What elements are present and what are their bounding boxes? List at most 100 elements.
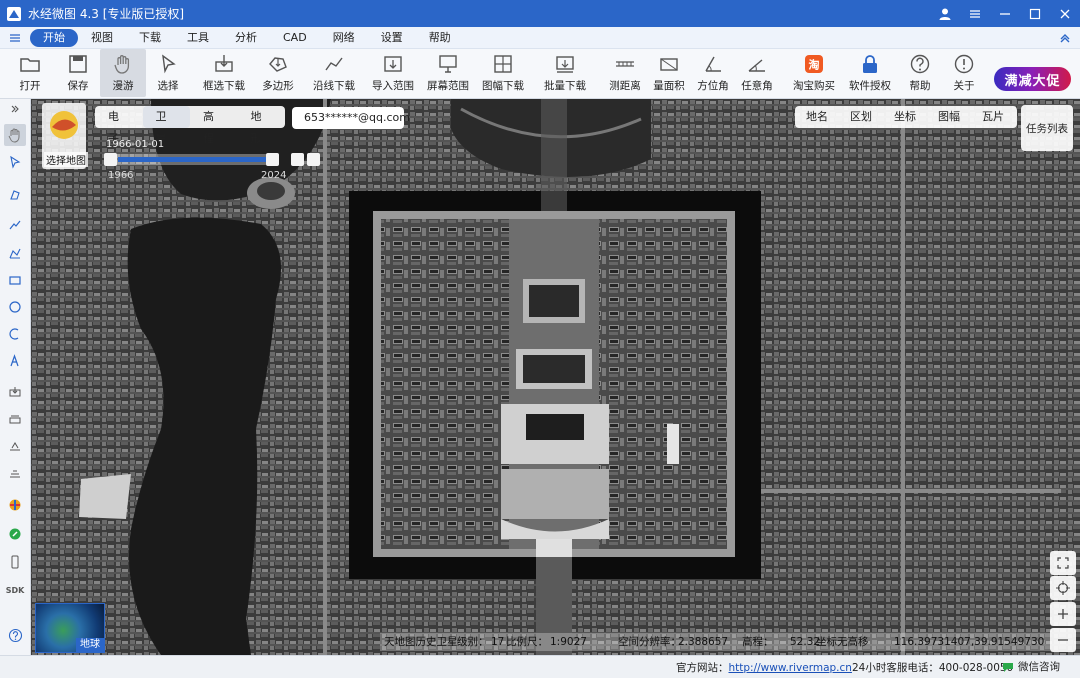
tool-hand[interactable]: 漫游 — [100, 49, 146, 97]
locate-icon[interactable] — [1050, 576, 1076, 600]
draw-line-icon[interactable] — [4, 214, 26, 236]
box-download-side-icon[interactable] — [4, 381, 26, 403]
layer-download-icon[interactable] — [4, 408, 26, 430]
layer-tab[interactable]: 电子 — [95, 106, 143, 145]
menu-item[interactable]: 网络 — [320, 29, 368, 47]
mobile-icon[interactable] — [4, 551, 26, 573]
draw-polyline-icon[interactable] — [4, 242, 26, 264]
menu-item[interactable]: 帮助 — [416, 29, 464, 47]
tool-azimuth[interactable]: 方位角 — [692, 49, 734, 97]
menu-items: 开始 视图 下载 工具 分析 CAD 网络 设置 帮助 — [30, 28, 464, 47]
layer-tab[interactable]: 地形 — [238, 106, 286, 145]
draw-rectangle-icon[interactable] — [4, 269, 26, 291]
wechat-icon — [1003, 662, 1013, 672]
layer-tab[interactable]: 高程 — [190, 106, 238, 145]
tool-import-range[interactable]: 导入范围 — [364, 49, 422, 97]
menu-item[interactable]: 下载 — [126, 29, 174, 47]
draw-point-icon[interactable] — [4, 184, 26, 206]
add-text-icon[interactable] — [4, 350, 26, 372]
tool-folder-open[interactable]: 打开 — [4, 49, 56, 97]
fullscreen-icon[interactable] — [1050, 551, 1076, 575]
maximize-icon[interactable] — [1020, 0, 1050, 27]
timeline-stop-button[interactable] — [307, 153, 320, 166]
wechat-label: 微信咨询 — [1018, 661, 1060, 673]
timeline-prev-button[interactable] — [104, 153, 117, 166]
tool-ruler[interactable]: 测距离 — [604, 49, 646, 97]
green-app-icon[interactable] — [4, 523, 26, 545]
account-email[interactable]: 653******@qq.com — [292, 107, 410, 129]
timeline-play-button[interactable] — [291, 153, 304, 166]
tool-label: 打开 — [19, 80, 41, 92]
layer-tab[interactable]: 卫星 — [142, 106, 190, 145]
overlay-toggle[interactable]: 坐标 — [883, 106, 927, 128]
tool-area[interactable]: 量面积 — [646, 49, 692, 97]
collapse-ribbon-icon[interactable] — [1050, 27, 1080, 49]
menu-item[interactable]: 视图 — [78, 29, 126, 47]
scale-label: 比例尺： — [506, 636, 548, 648]
app-logo-icon — [7, 6, 21, 21]
tool-polygon-download[interactable]: 多边形 — [252, 49, 304, 97]
tool-label: 多边形 — [262, 80, 294, 92]
task-list-button[interactable]: 任务列表 — [1021, 105, 1073, 151]
wechat-consult[interactable]: 微信咨询 — [1002, 659, 1060, 674]
menu-item[interactable]: 开始 — [30, 28, 78, 47]
user-icon[interactable] — [930, 0, 960, 27]
elevation-label: 高程： — [742, 636, 774, 648]
tool-label: 量面积 — [653, 80, 685, 92]
tool-save[interactable]: 保存 — [56, 49, 100, 97]
pan-hand-icon[interactable] — [4, 124, 26, 146]
draw-circle-icon[interactable] — [4, 296, 26, 318]
close-icon[interactable] — [1050, 0, 1080, 27]
promo-button[interactable]: 满减大促 — [994, 67, 1071, 91]
menu-bar: 开始 视图 下载 工具 分析 CAD 网络 设置 帮助 — [0, 27, 1080, 49]
tool-angle[interactable]: 任意角 — [734, 49, 780, 97]
tool-screen-range[interactable]: 屏幕范围 — [422, 49, 474, 97]
menu-item[interactable]: 设置 — [368, 29, 416, 47]
timeline-progress — [118, 157, 270, 162]
tool-box-download[interactable]: 框选下载 — [196, 49, 252, 97]
satellite-map[interactable] — [31, 99, 1080, 655]
overlay-toggle[interactable]: 瓦片 — [971, 106, 1015, 128]
select-map-label[interactable]: 选择地图 — [44, 152, 88, 167]
overlay-toggle[interactable]: 地名 — [795, 106, 839, 128]
tool-taobao[interactable]: 淘淘宝购买 — [786, 49, 842, 97]
tool-line-download[interactable]: 沿线下载 — [304, 49, 364, 97]
site-link[interactable]: http://www.rivermap.cn — [729, 662, 852, 674]
minimize-icon[interactable] — [990, 0, 1020, 27]
hamburger-icon[interactable] — [0, 27, 30, 49]
line-download-side-icon[interactable] — [4, 435, 26, 457]
line-download-icon — [325, 57, 343, 71]
menu-icon[interactable] — [960, 0, 990, 27]
help-side-icon[interactable] — [4, 624, 26, 646]
overlay-toggle[interactable]: 图幅 — [927, 106, 971, 128]
sdk-icon[interactable]: SDK — [4, 579, 26, 601]
coordinates: 116.39731407,39.91549730 — [894, 636, 1045, 648]
earth-overview[interactable]: 地球 — [35, 603, 105, 653]
plugin-icon[interactable] — [4, 494, 26, 516]
overlay-toggle[interactable]: 区划 — [839, 106, 883, 128]
tool-batch-download[interactable]: 批量下载 — [532, 49, 598, 97]
select-cursor-icon[interactable] — [4, 151, 26, 173]
azimuth-icon — [705, 56, 721, 72]
menu-item[interactable]: CAD — [270, 29, 320, 47]
draw-arc-icon[interactable] — [4, 323, 26, 345]
folder-open-icon — [20, 58, 40, 72]
timeline-next-button[interactable] — [266, 153, 279, 166]
zoom-in-icon[interactable] — [1050, 602, 1076, 626]
tool-label: 保存 — [67, 80, 89, 92]
tool-help[interactable]: 帮助 — [898, 49, 942, 97]
menu-item[interactable]: 工具 — [174, 29, 222, 47]
tool-cursor[interactable]: 选择 — [146, 49, 190, 97]
tool-label: 帮助 — [909, 80, 931, 92]
zoom-out-icon[interactable] — [1050, 628, 1076, 652]
tool-lock[interactable]: 软件授权 — [842, 49, 898, 97]
tool-info[interactable]: 关于 — [942, 49, 986, 97]
imagery-source: 天地图历史卫星 — [384, 636, 458, 648]
tool-grid-download[interactable]: 图幅下载 — [474, 49, 532, 97]
batch-download-side-icon[interactable] — [4, 462, 26, 484]
tool-label: 任意角 — [741, 80, 773, 92]
tool-label: 屏幕范围 — [427, 80, 469, 92]
tool-label: 方位角 — [697, 80, 729, 92]
menu-item[interactable]: 分析 — [222, 29, 270, 47]
expand-icon[interactable] — [4, 102, 26, 116]
